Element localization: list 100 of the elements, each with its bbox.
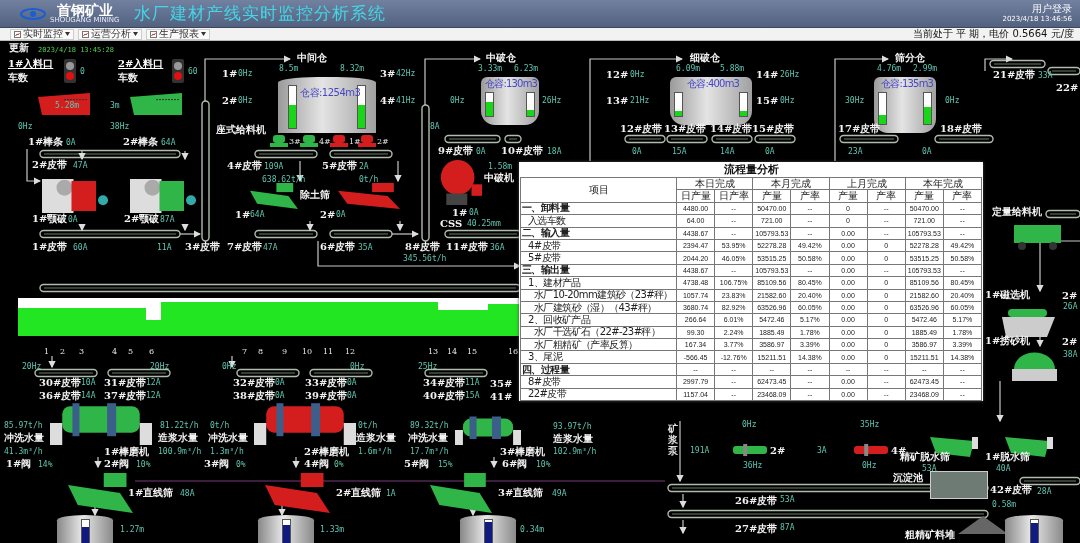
reading-value: 33A bbox=[1038, 70, 1053, 80]
equipment-label: 2# bbox=[222, 94, 238, 106]
equipment-label: 32#皮带 bbox=[233, 376, 276, 390]
reading-value: 18A bbox=[547, 146, 562, 156]
equipment-label: 31#皮带 bbox=[104, 376, 147, 390]
feed-port-link[interactable]: 1#入料口 bbox=[8, 57, 54, 71]
table-cell: 3、尾泥 bbox=[520, 350, 677, 364]
menu-button[interactable]: 运营分析 bbox=[78, 28, 142, 40]
reading-value: 0Hz bbox=[18, 121, 33, 131]
equipment-label: 中破仓 bbox=[486, 51, 516, 64]
reading-value: 1.33m bbox=[320, 524, 345, 534]
feeder-number: 1 bbox=[44, 346, 50, 356]
feeder-number: 3 bbox=[79, 346, 85, 356]
column-header: 上月完成 bbox=[829, 177, 906, 190]
reading-value: 14A bbox=[81, 390, 96, 400]
equipment-label: 2#皮带 bbox=[32, 158, 68, 172]
equipment-label: 中间仓 bbox=[297, 51, 327, 64]
column-header: 产率 bbox=[943, 189, 982, 203]
reading-value: 0A bbox=[347, 390, 357, 400]
feed-port-link[interactable]: 2#入料口 bbox=[118, 57, 164, 71]
equipment-label: 冲洗水量 bbox=[208, 431, 248, 445]
table-cell: 三、输出量 bbox=[520, 264, 677, 277]
chart-icon bbox=[14, 30, 21, 38]
reading-value: 0A bbox=[68, 214, 78, 224]
reading-value: 64A bbox=[161, 137, 176, 147]
equipment-label: 除土筛 bbox=[300, 188, 330, 202]
equipment-label: 2# bbox=[770, 444, 786, 456]
feeder-number: 8 bbox=[258, 346, 264, 356]
feeder-number: 6 bbox=[149, 346, 155, 356]
equipment-label: 座式给料机 bbox=[216, 123, 266, 137]
menu-button[interactable]: 生产报表 bbox=[146, 28, 210, 40]
equipment-label: 14# bbox=[756, 68, 779, 80]
reading-value: 0Hz bbox=[742, 419, 757, 429]
equipment-label: 中破机 bbox=[484, 171, 514, 185]
equipment-label: 6#阀 bbox=[502, 457, 528, 471]
reading-value: 0t/h bbox=[358, 420, 378, 430]
feeder-number: 15 bbox=[467, 346, 478, 356]
equipment-label: 41# bbox=[490, 390, 513, 402]
table-cell: 8#皮带 bbox=[520, 375, 677, 389]
equipment-label: 冲洗水量 bbox=[408, 431, 448, 445]
reading-value: 47A bbox=[263, 242, 278, 252]
equipment-label: 12#皮带 bbox=[620, 122, 663, 136]
equipment-label: 30#皮带 bbox=[39, 376, 82, 390]
table-cell: 5#皮带 bbox=[520, 251, 677, 265]
reading-value: 1.58m bbox=[488, 161, 513, 171]
reading-value: 38A bbox=[1063, 349, 1078, 359]
equipment-label: 12# bbox=[606, 68, 629, 80]
reading-value: 49A bbox=[552, 488, 567, 498]
reading-value: 12A bbox=[146, 377, 161, 387]
equipment-label: 15# bbox=[756, 94, 779, 106]
reading-value: 41Hz bbox=[396, 95, 416, 105]
equipment-label: 35# bbox=[490, 377, 513, 389]
column-header: 产量 bbox=[752, 189, 791, 203]
reading-value: 0A bbox=[632, 146, 642, 156]
table-cell: 一、卸料量 bbox=[520, 202, 677, 215]
equipment-label: 18#皮带 bbox=[940, 122, 983, 136]
equipment-label: 3# bbox=[380, 67, 396, 79]
equipment-label: 1# bbox=[452, 206, 468, 218]
equipment-label: 11#皮带 bbox=[446, 240, 489, 254]
equipment-label: 10#皮带 bbox=[501, 144, 544, 158]
reading-value: 0A bbox=[469, 207, 479, 217]
reading-value: 53A bbox=[922, 463, 937, 473]
reading-value: 1A bbox=[386, 488, 396, 498]
reading-value: 0Hz bbox=[450, 95, 465, 105]
reading-value: 0A bbox=[476, 146, 486, 156]
feeder-number: 14 bbox=[447, 346, 458, 356]
equipment-label: 17#皮带 bbox=[838, 122, 881, 136]
reading-value: 0A bbox=[66, 137, 76, 147]
reading-value: 2A bbox=[359, 161, 369, 171]
reading-value: 11A bbox=[465, 377, 480, 387]
equipment-label: 8#皮带 bbox=[405, 240, 441, 254]
reading-value: 11A bbox=[157, 242, 172, 252]
equipment-label: 4#皮带 bbox=[227, 159, 263, 173]
equipment-label: 9#皮带 bbox=[438, 144, 474, 158]
reading-value: 87A bbox=[160, 214, 175, 224]
equipment-label: 37#皮带 bbox=[104, 389, 147, 403]
column-header: 本年完成 bbox=[905, 177, 982, 190]
reading-value: 48A bbox=[180, 488, 195, 498]
reading-value: 53A bbox=[780, 494, 795, 504]
table-cell: 四、过程量 bbox=[520, 363, 677, 376]
reading-value: 12A bbox=[146, 390, 161, 400]
reading-value: 0t/h bbox=[359, 174, 379, 184]
equipment-label: 车数 bbox=[118, 71, 138, 85]
user-login-link[interactable]: 用户登录 bbox=[1032, 4, 1072, 14]
table-cell: 水厂干选矿石（22#-23#秤） bbox=[520, 326, 677, 339]
reading-value: 109A bbox=[264, 161, 284, 171]
menu-button[interactable]: 实时监控 bbox=[10, 28, 74, 40]
table-cell: 入选车数 bbox=[520, 214, 677, 228]
reading-value: 89.32t/h bbox=[410, 420, 449, 430]
reading-value: 0Hz bbox=[238, 68, 253, 78]
reading-value: 345.56t/h bbox=[403, 253, 447, 263]
equipment-label: 2# bbox=[1062, 335, 1078, 347]
feeder-number: 12 bbox=[345, 346, 356, 356]
reading-value: 102.9m³/h bbox=[553, 446, 597, 456]
equipment-label: 2#棒磨机 bbox=[304, 445, 350, 459]
equipment-label: 1#直线筛 bbox=[128, 486, 174, 500]
equipment-label: 39#皮带 bbox=[305, 389, 348, 403]
reading-value: 23A bbox=[848, 146, 863, 156]
equipment-label: 1#捞砂机 bbox=[985, 334, 1031, 348]
system-title: 水厂建材产线实时监控分析系统 bbox=[133, 2, 386, 25]
